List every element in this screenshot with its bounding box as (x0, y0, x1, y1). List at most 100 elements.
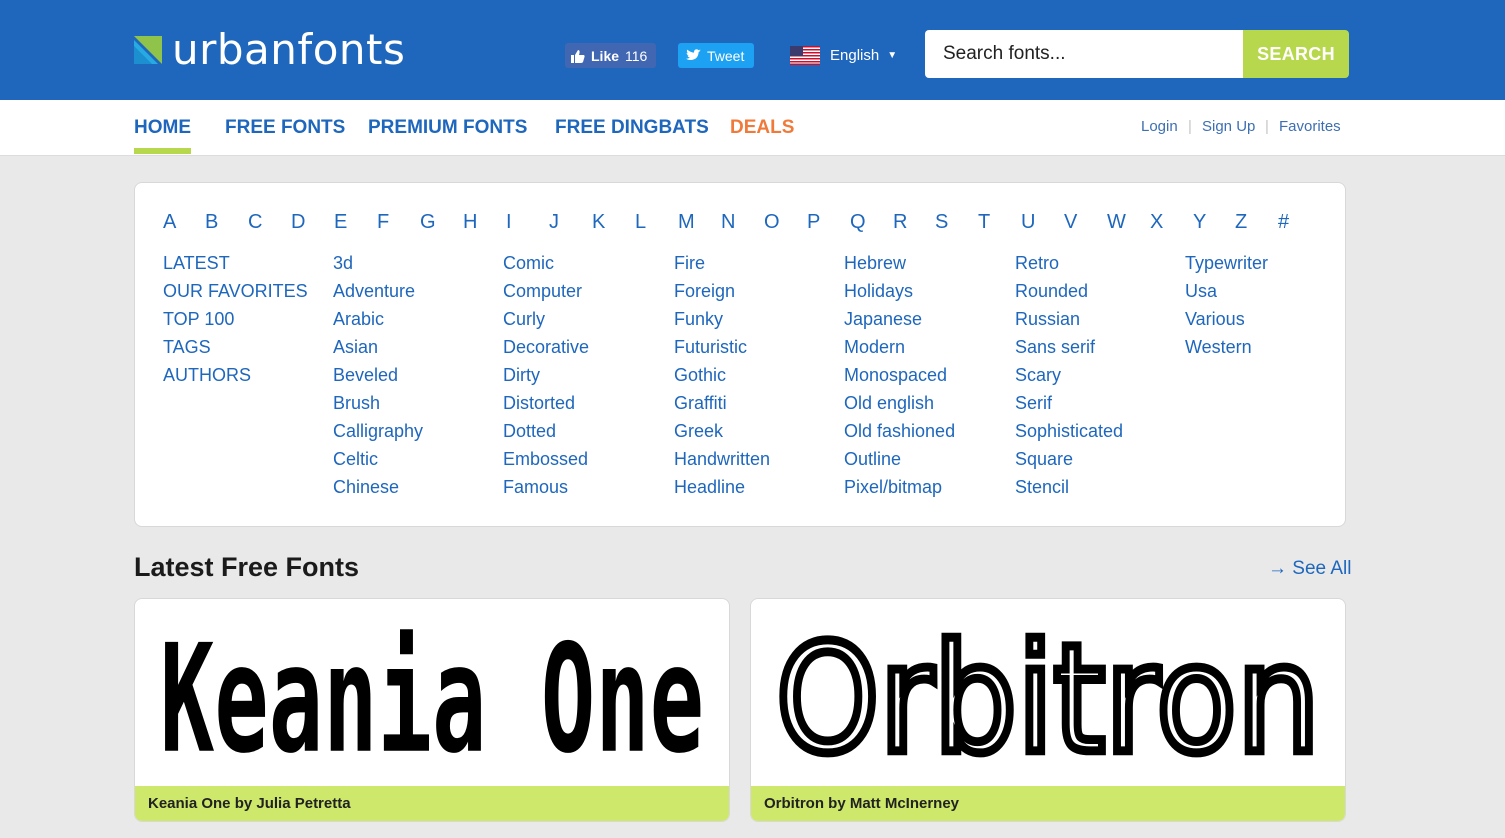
favorites-link[interactable]: Favorites (1279, 118, 1341, 135)
facebook-like-button[interactable]: Like 116 (565, 43, 656, 68)
category-link[interactable]: Chinese (333, 473, 423, 501)
tweet-button[interactable]: Tweet (678, 43, 754, 68)
font-caption[interactable]: Keania One by Julia Petretta (135, 786, 729, 821)
login-link[interactable]: Login (1141, 118, 1178, 135)
alpha-link[interactable]: A (163, 211, 176, 234)
nav-free-dingbats[interactable]: FREE DINGBATS (555, 117, 709, 139)
search-input[interactable] (925, 30, 1243, 78)
category-link[interactable]: Japanese (844, 305, 955, 333)
alpha-link[interactable]: Y (1193, 211, 1206, 234)
alpha-link[interactable]: J (549, 211, 559, 234)
category-link[interactable]: Stencil (1015, 473, 1123, 501)
category-link[interactable]: TAGS (163, 333, 308, 361)
category-link[interactable]: Funky (674, 305, 770, 333)
category-link[interactable]: Usa (1185, 277, 1268, 305)
category-link[interactable]: Western (1185, 333, 1268, 361)
alpha-link[interactable]: U (1021, 211, 1035, 234)
alpha-link[interactable]: V (1064, 211, 1077, 234)
font-card[interactable]: Keania One Keania One by Julia Petretta (134, 598, 730, 822)
alpha-link[interactable]: K (592, 211, 605, 234)
category-link[interactable]: Decorative (503, 333, 589, 361)
category-link[interactable]: Graffiti (674, 389, 770, 417)
category-link[interactable]: Holidays (844, 277, 955, 305)
alpha-link[interactable]: G (420, 211, 436, 234)
category-link[interactable]: Hebrew (844, 249, 955, 277)
search-button[interactable]: SEARCH (1243, 30, 1349, 78)
alpha-link[interactable]: T (978, 211, 990, 234)
language-selector[interactable]: English ▼ (790, 42, 897, 68)
category-link[interactable]: Distorted (503, 389, 589, 417)
category-link[interactable]: Sans serif (1015, 333, 1123, 361)
category-link[interactable]: Curly (503, 305, 589, 333)
alpha-link[interactable]: L (635, 211, 646, 234)
category-link[interactable]: Monospaced (844, 361, 955, 389)
site-logo[interactable]: urbanfonts (134, 29, 405, 71)
category-link[interactable]: Arabic (333, 305, 423, 333)
category-link[interactable]: Calligraphy (333, 417, 423, 445)
category-link[interactable]: Headline (674, 473, 770, 501)
nav-premium-fonts[interactable]: PREMIUM FONTS (368, 117, 527, 139)
category-link[interactable]: TOP 100 (163, 305, 308, 333)
category-link[interactable]: LATEST (163, 249, 308, 277)
category-link[interactable]: Dirty (503, 361, 589, 389)
see-all-link[interactable]: → See All (1268, 558, 1351, 580)
category-link[interactable]: Greek (674, 417, 770, 445)
category-link[interactable]: Typewriter (1185, 249, 1268, 277)
signup-link[interactable]: Sign Up (1202, 118, 1255, 135)
category-link[interactable]: Gothic (674, 361, 770, 389)
category-link[interactable]: 3d (333, 249, 423, 277)
category-link[interactable]: Embossed (503, 445, 589, 473)
alpha-link[interactable]: H (463, 211, 477, 234)
nav-home[interactable]: HOME (134, 117, 191, 154)
category-link[interactable]: Comic (503, 249, 589, 277)
category-link[interactable]: Square (1015, 445, 1123, 473)
alpha-link[interactable]: C (248, 211, 262, 234)
category-link[interactable]: Adventure (333, 277, 423, 305)
category-link[interactable]: Old english (844, 389, 955, 417)
alpha-link[interactable]: W (1107, 211, 1126, 234)
category-link[interactable]: AUTHORS (163, 361, 308, 389)
alpha-link[interactable]: Z (1235, 211, 1247, 234)
font-caption[interactable]: Orbitron by Matt McInerney (751, 786, 1345, 821)
alpha-link[interactable]: Q (850, 211, 866, 234)
alpha-link[interactable]: B (205, 211, 218, 234)
alpha-link[interactable]: D (291, 211, 305, 234)
alpha-link[interactable]: S (935, 211, 948, 234)
alpha-link[interactable]: I (506, 211, 512, 234)
category-link[interactable]: Scary (1015, 361, 1123, 389)
category-link[interactable]: Pixel/bitmap (844, 473, 955, 501)
category-link[interactable]: Foreign (674, 277, 770, 305)
category-link[interactable]: Various (1185, 305, 1268, 333)
alpha-link[interactable]: R (893, 211, 907, 234)
category-link[interactable]: Beveled (333, 361, 423, 389)
alpha-link[interactable]: M (678, 211, 695, 234)
category-link[interactable]: Fire (674, 249, 770, 277)
font-card[interactable]: Orbitron Orbitron by Matt McInerney (750, 598, 1346, 822)
alpha-link[interactable]: F (377, 211, 389, 234)
nav-deals[interactable]: DEALS (730, 117, 794, 139)
category-link[interactable]: Serif (1015, 389, 1123, 417)
alpha-link[interactable]: O (764, 211, 780, 234)
alpha-link[interactable]: X (1150, 211, 1163, 234)
category-link[interactable]: Old fashioned (844, 417, 955, 445)
category-link[interactable]: Outline (844, 445, 955, 473)
category-link[interactable]: Handwritten (674, 445, 770, 473)
category-link[interactable]: Brush (333, 389, 423, 417)
alpha-link[interactable]: # (1278, 211, 1289, 234)
category-link[interactable]: Celtic (333, 445, 423, 473)
category-link[interactable]: Futuristic (674, 333, 770, 361)
category-link[interactable]: Famous (503, 473, 589, 501)
alpha-link[interactable]: N (721, 211, 735, 234)
nav-free-fonts[interactable]: FREE FONTS (225, 117, 345, 139)
category-link[interactable]: Rounded (1015, 277, 1123, 305)
category-link[interactable]: OUR FAVORITES (163, 277, 308, 305)
category-link[interactable]: Computer (503, 277, 589, 305)
category-link[interactable]: Asian (333, 333, 423, 361)
category-link[interactable]: Modern (844, 333, 955, 361)
category-link[interactable]: Russian (1015, 305, 1123, 333)
alpha-link[interactable]: E (334, 211, 347, 234)
alpha-link[interactable]: P (807, 211, 820, 234)
category-link[interactable]: Dotted (503, 417, 589, 445)
category-link[interactable]: Sophisticated (1015, 417, 1123, 445)
category-link[interactable]: Retro (1015, 249, 1123, 277)
